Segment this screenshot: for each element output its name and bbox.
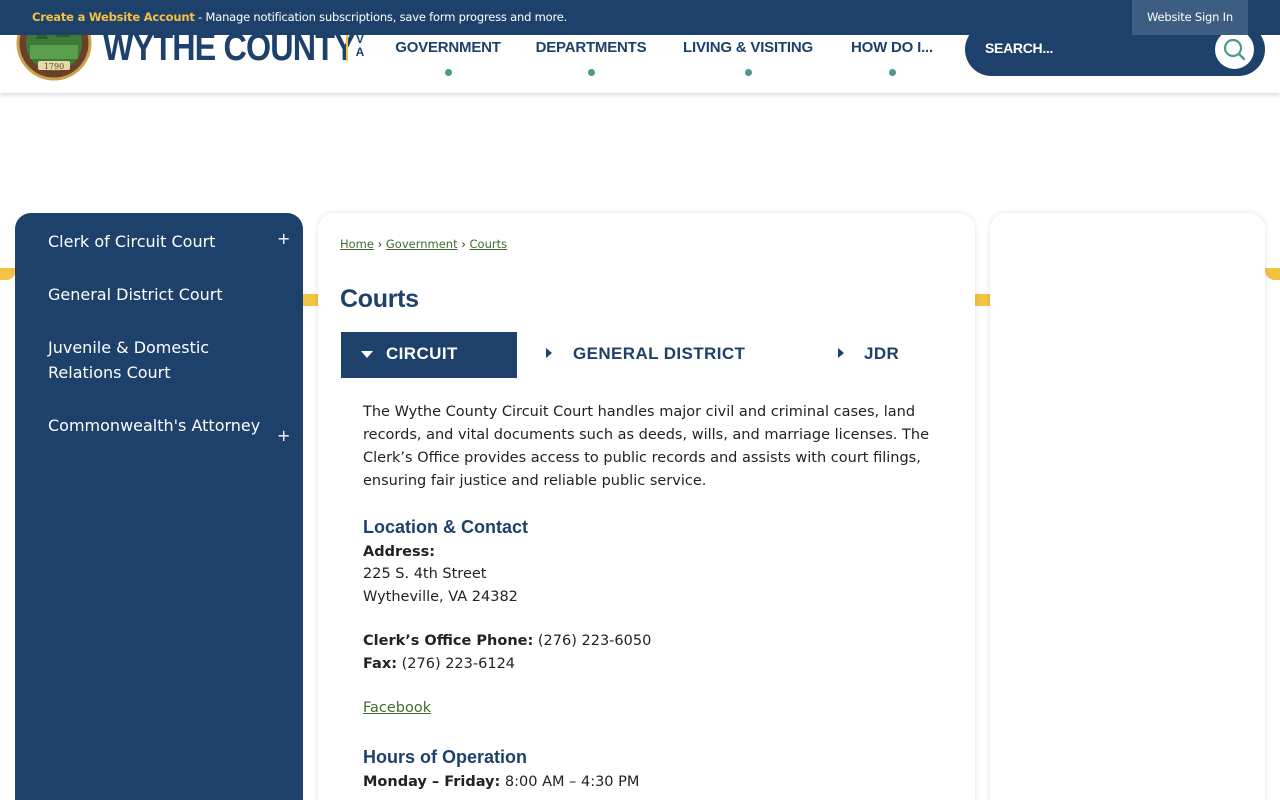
- nav-living-visiting-label: LIVING & VISITING: [683, 39, 813, 56]
- clerk-phone: Clerk’s Office Phone: (276) 223-6050: [363, 633, 652, 649]
- breadcrumb-home[interactable]: Home: [340, 237, 374, 251]
- breadcrumb-government[interactable]: Government: [386, 237, 458, 251]
- expand-clerk-circuit-court-button[interactable]: +: [277, 229, 290, 248]
- nav-departments-label: DEPARTMENTS: [535, 39, 647, 56]
- tab-jdr[interactable]: JDR: [833, 332, 933, 378]
- notification-bar: Create a Website Account - Manage notifi…: [0, 0, 1280, 35]
- caret-down-icon: [361, 351, 373, 358]
- address-line-1: 225 S. 4th Street: [363, 566, 487, 582]
- tab-circuit-label: CIRCUIT: [386, 344, 458, 363]
- sidebar-item-general-district-court[interactable]: General District Court: [48, 282, 268, 307]
- hours-heading: Hours of Operation: [363, 747, 528, 767]
- facebook-link[interactable]: Facebook: [363, 700, 431, 716]
- right-sidebar-panel: [990, 213, 1265, 800]
- nav-government-label: GOVERNMENT: [395, 39, 501, 56]
- nav-dot: [444, 69, 452, 76]
- sidebar-item-commonwealths-attorney[interactable]: Commonwealth's Attorney: [48, 413, 268, 438]
- notification-message: Create a Website Account - Manage notifi…: [32, 10, 567, 24]
- nav-how-do-i[interactable]: HOW DO I...: [846, 39, 938, 79]
- brand-state-abbrev: VA: [355, 32, 365, 59]
- brand-divider: [346, 33, 348, 61]
- tab-general-district-label: GENERAL DISTRICT: [573, 344, 746, 363]
- nav-how-do-i-label: HOW DO I...: [851, 39, 933, 56]
- decorative-wave-mid-right: [975, 294, 991, 306]
- nav-dot: [744, 69, 752, 76]
- decorative-wave-left: [0, 268, 16, 280]
- tab-circuit[interactable]: CIRCUIT: [341, 332, 517, 378]
- search-icon: [1223, 38, 1246, 61]
- hours-weekdays: Monday – Friday: 8:00 AM – 4:30 PM: [363, 774, 640, 790]
- search-input[interactable]: SEARCH...: [985, 40, 1053, 56]
- location-contact-heading: Location & Contact: [363, 517, 528, 537]
- address-label: Address:: [363, 544, 436, 560]
- create-account-link[interactable]: Create a Website Account: [32, 10, 195, 24]
- sidebar-item-juvenile-domestic-relations[interactable]: Juvenile & Domestic Relations Court: [48, 335, 268, 385]
- nav-departments[interactable]: DEPARTMENTS: [532, 39, 650, 79]
- breadcrumb-separator: ›: [461, 237, 466, 251]
- caret-right-icon: [546, 348, 552, 358]
- website-sign-in-button[interactable]: Website Sign In: [1132, 0, 1248, 35]
- nav-dot: [888, 69, 896, 76]
- search-button[interactable]: [1215, 30, 1254, 69]
- notification-text: - Manage notification subscriptions, sav…: [194, 10, 568, 24]
- svg-text:1790: 1790: [44, 62, 64, 71]
- address-line-2: Wytheville, VA 24382: [363, 589, 518, 605]
- breadcrumb-separator: ›: [377, 237, 383, 251]
- tab-general-district[interactable]: GENERAL DISTRICT: [541, 332, 761, 378]
- decorative-wave-mid: [303, 294, 319, 306]
- court-description: The Wythe County Circuit Court handles m…: [363, 404, 929, 489]
- sidebar-item-clerk-circuit-court[interactable]: Clerk of Circuit Court: [48, 229, 268, 254]
- fax-number: Fax: (276) 223-6124: [363, 656, 516, 672]
- expand-commonwealths-attorney-button[interactable]: +: [277, 426, 290, 445]
- main-content: Home › Government › Courts Courts CIRCUI…: [318, 213, 975, 800]
- decorative-wave-right: [1265, 268, 1280, 280]
- nav-dot: [587, 69, 595, 76]
- breadcrumb: Home › Government › Courts: [340, 237, 507, 251]
- caret-right-icon: [838, 348, 844, 358]
- breadcrumb-courts[interactable]: Courts: [470, 237, 508, 251]
- sidebar-nav: Clerk of Circuit Court + General Distric…: [15, 213, 303, 800]
- nav-living-visiting[interactable]: LIVING & VISITING: [680, 39, 816, 79]
- tab-jdr-label: JDR: [864, 344, 900, 363]
- page-title: Courts: [340, 285, 419, 313]
- nav-government[interactable]: GOVERNMENT: [392, 39, 504, 79]
- site-header: 1790 WYTHE COUNTY VA GOVERNMENT DEPARTME…: [0, 23, 1280, 93]
